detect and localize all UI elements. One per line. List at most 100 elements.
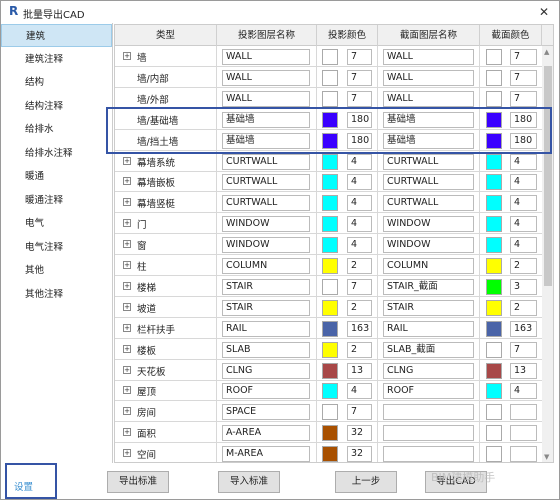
projection-layer-input[interactable]: ROOF [222,383,310,400]
projection-color-swatch[interactable] [322,195,338,212]
projection-layer-input[interactable]: RAIL [222,320,310,337]
scroll-up-icon[interactable]: ▲ [544,48,549,56]
projection-color-swatch[interactable] [322,216,338,233]
scrollbar-thumb[interactable] [544,66,552,286]
section-color-swatch[interactable] [486,425,502,442]
projection-color-input[interactable]: 7 [347,49,372,65]
projection-color-input[interactable]: 163 [347,320,372,337]
section-color-input[interactable]: 2 [510,258,537,274]
section-color-swatch[interactable] [486,195,502,212]
section-color-swatch[interactable] [486,278,502,295]
projection-color-swatch[interactable] [322,258,338,274]
section-layer-input[interactable] [383,425,474,442]
projection-layer-input[interactable]: STAIR [222,278,310,295]
expand-icon[interactable]: + [123,198,131,207]
projection-layer-input[interactable]: STAIR [222,299,310,316]
expand-icon[interactable]: + [123,302,131,311]
section-layer-input[interactable]: CLNG [383,362,474,379]
projection-layer-input[interactable]: CURTWALL [222,174,310,191]
section-layer-input[interactable]: WALL [383,49,474,65]
section-color-input[interactable]: 7 [510,90,537,107]
projection-color-swatch[interactable] [322,383,338,400]
expand-icon[interactable]: + [123,281,131,290]
section-color-input[interactable]: 7 [510,69,537,86]
expand-icon[interactable]: + [123,156,131,165]
expand-icon[interactable]: + [123,240,131,249]
projection-color-swatch[interactable] [322,174,338,191]
section-layer-input[interactable]: CURTWALL [383,195,474,212]
close-icon[interactable]: ✕ [539,5,549,19]
projection-color-swatch[interactable] [322,425,338,442]
scroll-down-icon[interactable]: ▼ [544,453,549,461]
projection-color-swatch[interactable] [322,237,338,254]
projection-color-swatch[interactable] [322,90,338,107]
projection-color-input[interactable]: 13 [347,362,372,379]
projection-layer-input[interactable]: WALL [222,49,310,65]
projection-color-swatch[interactable] [322,362,338,379]
previous-step-button[interactable]: 上一步 [335,471,397,493]
sidebar-item[interactable]: 给排水注释 [1,142,112,165]
projection-layer-input[interactable]: SLAB [222,341,310,358]
projection-color-input[interactable]: 4 [347,237,372,254]
projection-layer-input[interactable]: CURTWALL [222,195,310,212]
export-standard-button[interactable]: 导出标准 [107,471,169,493]
projection-layer-input[interactable]: SPACE [222,404,310,421]
projection-color-input[interactable]: 4 [347,383,372,400]
projection-color-input[interactable]: 4 [347,195,372,212]
projection-color-input[interactable]: 2 [347,299,372,316]
projection-color-input[interactable]: 7 [347,404,372,421]
projection-layer-input[interactable]: WALL [222,69,310,86]
section-layer-input[interactable]: CURTWALL [383,153,474,170]
section-color-swatch[interactable] [486,362,502,379]
projection-layer-input[interactable]: CURTWALL [222,153,310,170]
section-color-input[interactable]: 4 [510,153,537,170]
sidebar-item[interactable]: 暖通 [1,165,112,188]
projection-layer-input[interactable]: CLNG [222,362,310,379]
section-color-input[interactable]: 3 [510,278,537,295]
section-color-input[interactable] [510,425,537,442]
section-layer-input[interactable] [383,404,474,421]
section-layer-input[interactable]: RAIL [383,320,474,337]
import-standard-button[interactable]: 导入标准 [218,471,280,493]
section-color-input[interactable]: 4 [510,174,537,191]
section-color-input[interactable]: 2 [510,299,537,316]
section-color-swatch[interactable] [486,341,502,358]
section-color-input[interactable]: 7 [510,341,537,358]
section-color-input[interactable]: 163 [510,320,537,337]
section-color-swatch[interactable] [486,69,502,86]
section-color-input[interactable]: 4 [510,383,537,400]
sidebar-item[interactable]: 给排水 [1,118,112,141]
projection-layer-input[interactable]: WALL [222,90,310,107]
section-color-swatch[interactable] [486,216,502,233]
projection-color-swatch[interactable] [322,299,338,316]
section-layer-input[interactable]: STAIR_截面 [383,278,474,295]
section-color-swatch[interactable] [486,49,502,65]
projection-color-input[interactable]: 4 [347,174,372,191]
expand-icon[interactable]: + [123,449,131,458]
sidebar-item[interactable]: 建筑 [1,24,112,47]
projection-color-input[interactable]: 2 [347,258,372,274]
projection-color-input[interactable]: 7 [347,278,372,295]
section-color-swatch[interactable] [486,237,502,254]
section-layer-input[interactable]: WINDOW [383,237,474,254]
section-layer-input[interactable]: ROOF [383,383,474,400]
section-color-input[interactable]: 13 [510,362,537,379]
projection-layer-input[interactable]: A-AREA [222,425,310,442]
projection-layer-input[interactable]: WINDOW [222,216,310,233]
projection-color-swatch[interactable] [322,404,338,421]
sidebar-item[interactable]: 其他 [1,259,112,282]
section-layer-input[interactable]: WALL [383,90,474,107]
projection-color-swatch[interactable] [322,446,338,462]
section-layer-input[interactable]: STAIR [383,299,474,316]
section-color-swatch[interactable] [486,320,502,337]
section-color-swatch[interactable] [486,446,502,462]
section-color-swatch[interactable] [486,174,502,191]
section-color-input[interactable] [510,446,537,462]
projection-color-swatch[interactable] [322,278,338,295]
section-color-input[interactable]: 4 [510,195,537,212]
projection-color-input[interactable]: 2 [347,341,372,358]
projection-color-input[interactable]: 7 [347,69,372,86]
section-color-input[interactable]: 4 [510,237,537,254]
expand-icon[interactable]: + [123,52,131,60]
projection-color-input[interactable]: 7 [347,90,372,107]
